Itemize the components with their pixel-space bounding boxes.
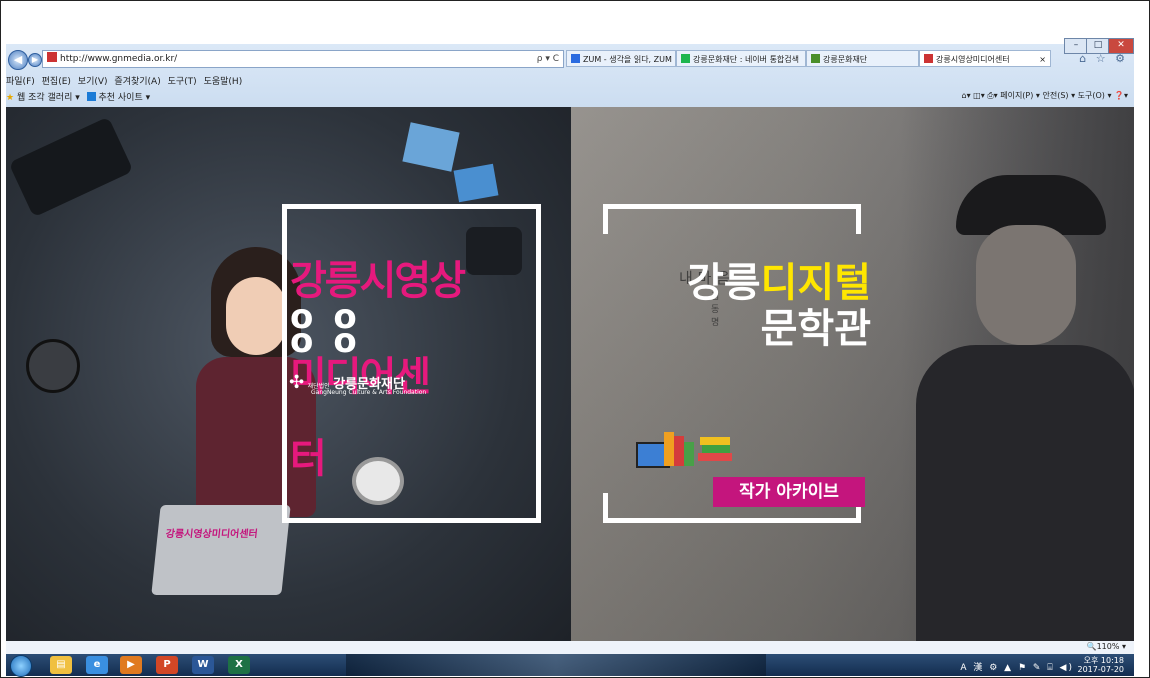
menu-favorites[interactable]: 즐겨찾기(A) <box>114 77 160 87</box>
tab-media-center[interactable]: 강릉시영상미디어센터 × <box>919 50 1051 67</box>
stacked-books-icon <box>698 437 738 465</box>
system-tray-icons[interactable]: A 漢 ⚙ ▲ ⚑ ✎ ⌸ ◀) <box>960 660 1074 673</box>
web-slice-gallery[interactable]: 웹 조각 갤러리 ▾ <box>17 93 80 103</box>
zoom-level[interactable]: 🔍110% ▾ <box>1087 642 1126 651</box>
command-bar: ⌂▾ ◫▾ ⎙▾ 페이지(P) ▾ 안전(S) ▾ 도구(O) ▾ ❓▾ <box>961 91 1129 100</box>
tab-zum[interactable]: ZUM - 생각을 읽다, ZUM <box>566 50 676 67</box>
help-cmd-icon[interactable]: ❓ <box>1114 91 1124 100</box>
favorites-star-icon[interactable]: ★ <box>6 93 14 103</box>
media-center-panel[interactable]: 강릉시영상미디어센터 강릉시영상 oo oo 미디어센 터 ✣ 재단법인 강릉문… <box>6 107 571 641</box>
tab-gangneung-foundation[interactable]: 강릉문화재단 <box>806 50 919 67</box>
status-bar: 🔍110% ▾ <box>6 641 1134 654</box>
menu-edit[interactable]: 편집(E) <box>42 77 71 87</box>
film-reel-icon <box>26 339 80 393</box>
tab-naver-search[interactable]: 강릉문화재단 : 네이버 통합검색 <box>676 50 806 67</box>
address-bar[interactable]: http://www.gnmedia.or.kr/ ρ ▾ C <box>42 50 564 68</box>
suggested-sites[interactable]: 추천 사이트 ▾ <box>98 93 150 103</box>
folder-icon[interactable]: ▤ <box>50 656 72 674</box>
digital-literature-title[interactable]: 강릉디지털 문학관 <box>651 259 871 353</box>
poet-portrait <box>916 175 1134 641</box>
menu-view[interactable]: 보기(V) <box>78 77 108 87</box>
menu-file[interactable]: 파일(F) <box>6 77 35 87</box>
menu-tools[interactable]: 도구(T) <box>168 77 197 87</box>
site-favicon-icon <box>47 52 57 62</box>
naver-icon <box>681 54 690 63</box>
menu-bar: 파일(F) 편집(E) 보기(V) 즐겨찾기(A) 도구(T) 도움말(H) <box>6 74 1134 88</box>
windows-taskbar: ▤ e ▶ P W X A 漢 ⚙ ▲ ⚑ ✎ ⌸ ◀) 오후 10:18 20… <box>6 654 1134 677</box>
laptop-label: 강릉시영상미디어센터 <box>165 529 259 540</box>
title-ring-glyphs: oo oo <box>290 297 377 361</box>
powerpoint-icon[interactable]: P <box>156 656 178 674</box>
start-button[interactable] <box>10 655 32 677</box>
right-frame-bottom <box>603 518 861 523</box>
media-center-title[interactable]: 강릉시영상 oo oo 미디어센 터 <box>290 257 480 483</box>
writer-archive-badge[interactable]: 작가 아카이브 <box>713 477 865 507</box>
foundation-logo[interactable]: ✣ 재단법인 강릉문화재단 GangNeung Culture & Arts F… <box>289 372 429 396</box>
bing-icon <box>86 92 96 101</box>
books-computer-icon <box>636 432 696 482</box>
clock-time: 오후 10:18 <box>1083 656 1124 665</box>
media-player-icon[interactable]: ▶ <box>120 656 142 674</box>
excel-icon[interactable]: X <box>228 656 250 674</box>
back-button[interactable]: ◀ <box>8 50 28 70</box>
foundation-emblem-icon: ✣ <box>289 372 305 393</box>
clock[interactable]: 오후 10:18 2017-07-20 <box>1078 656 1125 674</box>
right-frame-top <box>603 204 861 209</box>
title-line-3: 터 <box>290 436 327 482</box>
photo-card-icon <box>402 122 460 172</box>
ie-icon[interactable]: e <box>86 656 108 674</box>
address-controls[interactable]: ρ ▾ C <box>537 51 559 67</box>
laptop-illustration: 강릉시영상미디어센터 <box>151 505 291 595</box>
rss-icon[interactable]: ◫ <box>973 91 981 100</box>
word-icon[interactable]: W <box>192 656 214 674</box>
home-favorites-settings-icons[interactable]: ⌂ ☆ ⚙ <box>1079 52 1128 65</box>
page-content: 강릉시영상미디어센터 강릉시영상 oo oo 미디어센 터 ✣ 재단법인 강릉문… <box>6 107 1134 641</box>
safety-menu[interactable]: 안전(S) ▾ <box>1042 91 1075 100</box>
menu-help[interactable]: 도움말(H) <box>204 77 243 87</box>
forward-button[interactable]: ▶ <box>28 53 42 67</box>
clock-date: 2017-07-20 <box>1077 665 1125 674</box>
photo-card-icon <box>453 163 499 203</box>
zum-icon <box>571 54 580 63</box>
video-camera-icon <box>8 116 134 218</box>
favorites-bar: ★ 웹 조각 갤러리 ▾ 추천 사이트 ▾ ⌂▾ ◫▾ ⎙▾ 페이지(P) ▾ … <box>6 90 1134 106</box>
tools-menu[interactable]: 도구(O) ▾ <box>1078 91 1112 100</box>
tab-close-icon[interactable]: × <box>1039 51 1046 66</box>
navigation-row: ◀ ▶ http://www.gnmedia.or.kr/ ρ ▾ C ZUM … <box>6 38 1134 74</box>
taskbar-gap <box>346 654 766 676</box>
address-url: http://www.gnmedia.or.kr/ <box>60 54 178 64</box>
foundation-icon <box>811 54 820 63</box>
title-word-literature-hall: 문학관 <box>760 306 871 352</box>
title-word-digital: 디지털 <box>760 260 871 306</box>
title-word-gangneung: 강릉 <box>686 260 761 306</box>
foundation-subtitle: GangNeung Culture & Arts Foundation <box>311 389 427 396</box>
media-center-icon <box>924 54 933 63</box>
page-menu[interactable]: ▾ 페이지(P) ▾ <box>994 91 1040 100</box>
